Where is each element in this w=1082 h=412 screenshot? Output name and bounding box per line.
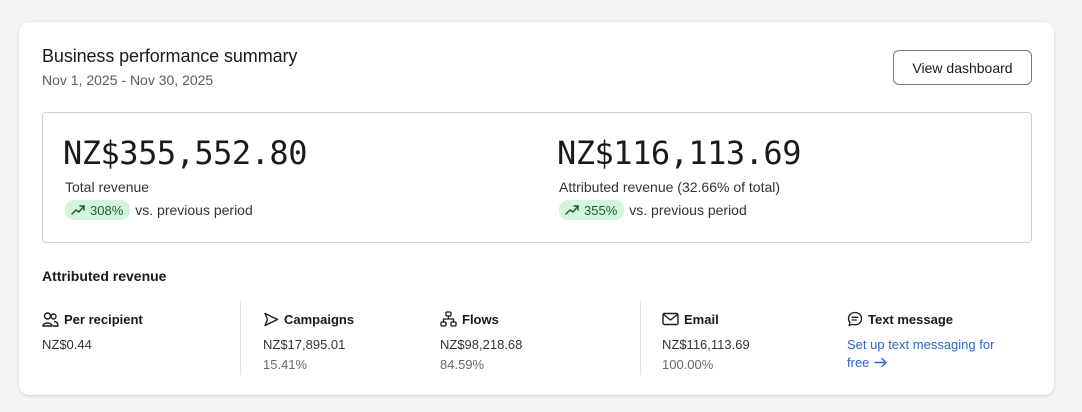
attributed-revenue-label: Attributed revenue (32.66% of total) bbox=[559, 179, 781, 195]
send-icon bbox=[264, 312, 279, 326]
attributed-revenue-change-value: 355% bbox=[584, 202, 618, 218]
flows-header: Flows bbox=[440, 310, 522, 328]
date-range: Nov 1, 2025 - Nov 30, 2025 bbox=[42, 72, 214, 88]
email-value: NZ$116,113.69 bbox=[662, 337, 750, 352]
flows-column: Flows NZ$98,218.68 84.59% bbox=[440, 310, 522, 372]
per-recipient-value: NZ$0.44 bbox=[42, 337, 92, 352]
flows-value: NZ$98,218.68 bbox=[440, 337, 523, 352]
campaigns-percent: 15.41% bbox=[263, 357, 308, 372]
attributed-revenue-section-title: Attributed revenue bbox=[42, 268, 167, 284]
trend-up-icon bbox=[71, 205, 85, 215]
column-divider bbox=[240, 301, 241, 375]
total-revenue-label: Total revenue bbox=[65, 179, 150, 195]
campaigns-label: Campaigns bbox=[284, 311, 355, 327]
email-header: Email bbox=[662, 310, 750, 328]
arrow-right-icon bbox=[874, 357, 888, 368]
users-icon bbox=[42, 311, 59, 327]
total-revenue-value: NZ$355,552.80 bbox=[63, 134, 307, 172]
total-revenue-change-suffix: vs. previous period bbox=[135, 202, 253, 218]
total-revenue-change-badge: 308% bbox=[65, 200, 131, 220]
flows-percent: 84.59% bbox=[440, 357, 485, 372]
per-recipient-header: Per recipient bbox=[42, 310, 143, 328]
text-message-label: Text message bbox=[868, 311, 954, 327]
revenue-summary-box: NZ$355,552.80 Total revenue 308% vs. pre… bbox=[42, 112, 1032, 243]
text-message-column: Text message Set up text messaging for f… bbox=[847, 310, 997, 372]
per-recipient-column: Per recipient NZ$0.44 bbox=[42, 310, 143, 353]
email-column: Email NZ$116,113.69 100.00% bbox=[662, 310, 750, 373]
business-performance-card: Business performance summary Nov 1, 2025… bbox=[19, 22, 1054, 395]
trend-up-icon bbox=[565, 205, 579, 215]
per-recipient-label: Per recipient bbox=[64, 311, 143, 327]
column-divider bbox=[640, 301, 641, 375]
attributed-revenue-change-badge: 355% bbox=[559, 200, 625, 220]
campaigns-value: NZ$17,895.01 bbox=[263, 337, 346, 352]
message-icon bbox=[847, 311, 863, 327]
setup-text-messaging-link-text: Set up text messaging for free bbox=[847, 337, 995, 370]
view-dashboard-button[interactable]: View dashboard bbox=[893, 50, 1032, 85]
mail-icon bbox=[662, 312, 679, 326]
attributed-revenue-delta: 355% vs. previous period bbox=[559, 200, 747, 220]
email-label: Email bbox=[684, 311, 719, 327]
email-percent: 100.00% bbox=[662, 357, 714, 372]
setup-text-messaging-link[interactable]: Set up text messaging for free bbox=[847, 336, 997, 372]
attributed-revenue-change-suffix: vs. previous period bbox=[629, 202, 747, 218]
campaigns-column: Campaigns NZ$17,895.01 15.41% bbox=[263, 310, 354, 373]
flows-icon bbox=[440, 311, 457, 327]
card-title: Business performance summary bbox=[42, 46, 298, 66]
text-message-header: Text message bbox=[847, 310, 997, 328]
flows-label: Flows bbox=[462, 311, 499, 327]
total-revenue-delta: 308% vs. previous period bbox=[65, 200, 253, 220]
campaigns-header: Campaigns bbox=[263, 310, 354, 328]
attributed-revenue-value: NZ$116,113.69 bbox=[557, 134, 801, 172]
total-revenue-change-value: 308% bbox=[90, 202, 124, 218]
